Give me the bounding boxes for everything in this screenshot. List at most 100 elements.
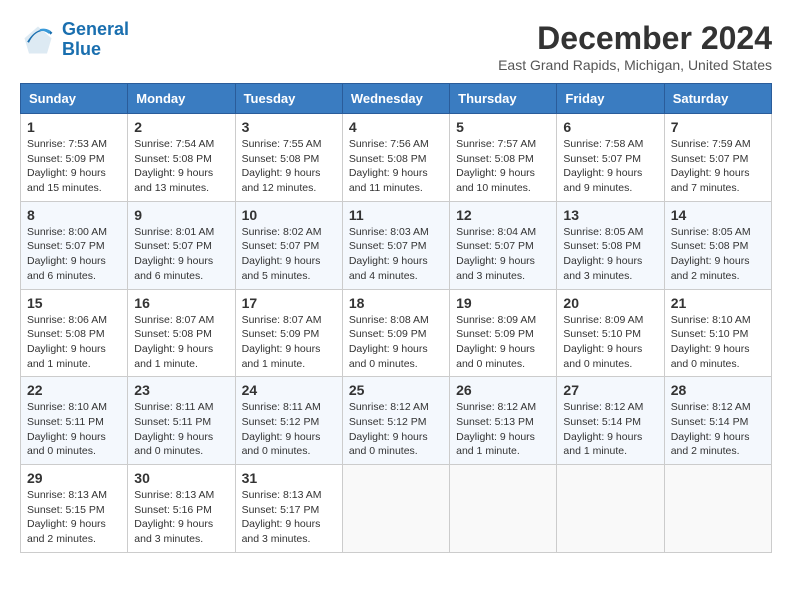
- day-number: 4: [349, 119, 443, 135]
- calendar-cell: 16 Sunrise: 8:07 AM Sunset: 5:08 PM Dayli…: [128, 289, 235, 377]
- day-number: 6: [563, 119, 657, 135]
- month-title: December 2024: [498, 20, 772, 57]
- day-info: Sunrise: 8:07 AM Sunset: 5:08 PM Dayligh…: [134, 313, 228, 372]
- day-number: 18: [349, 295, 443, 311]
- day-info: Sunrise: 8:03 AM Sunset: 5:07 PM Dayligh…: [349, 225, 443, 284]
- day-number: 19: [456, 295, 550, 311]
- weekday-header: Friday: [557, 84, 664, 114]
- day-number: 29: [27, 470, 121, 486]
- calendar-cell: 21 Sunrise: 8:10 AM Sunset: 5:10 PM Dayli…: [664, 289, 771, 377]
- calendar-cell: 13 Sunrise: 8:05 AM Sunset: 5:08 PM Dayli…: [557, 201, 664, 289]
- day-number: 24: [242, 382, 336, 398]
- day-info: Sunrise: 8:13 AM Sunset: 5:17 PM Dayligh…: [242, 488, 336, 547]
- calendar-cell: 14 Sunrise: 8:05 AM Sunset: 5:08 PM Dayli…: [664, 201, 771, 289]
- day-info: Sunrise: 8:13 AM Sunset: 5:15 PM Dayligh…: [27, 488, 121, 547]
- day-info: Sunrise: 8:12 AM Sunset: 5:14 PM Dayligh…: [563, 400, 657, 459]
- day-number: 16: [134, 295, 228, 311]
- calendar-cell: 3 Sunrise: 7:55 AM Sunset: 5:08 PM Daylig…: [235, 114, 342, 202]
- calendar-cell: 29 Sunrise: 8:13 AM Sunset: 5:15 PM Dayli…: [21, 465, 128, 553]
- calendar-cell: 4Sunrise: 7:56 AM Sunset: 5:08 PM Daylig…: [342, 114, 449, 202]
- day-number: 9: [134, 207, 228, 223]
- day-info: Sunrise: 7:54 AM Sunset: 5:08 PM Dayligh…: [134, 137, 228, 196]
- day-info: Sunrise: 8:05 AM Sunset: 5:08 PM Dayligh…: [563, 225, 657, 284]
- day-info: Sunrise: 7:57 AM Sunset: 5:08 PM Dayligh…: [456, 137, 550, 196]
- calendar-cell: [557, 465, 664, 553]
- weekday-header: Thursday: [450, 84, 557, 114]
- day-number: 23: [134, 382, 228, 398]
- day-info: Sunrise: 8:02 AM Sunset: 5:07 PM Dayligh…: [242, 225, 336, 284]
- day-number: 11: [349, 207, 443, 223]
- day-info: Sunrise: 8:08 AM Sunset: 5:09 PM Dayligh…: [349, 313, 443, 372]
- day-number: 8: [27, 207, 121, 223]
- day-number: 7: [671, 119, 765, 135]
- logo-line1: General: [62, 19, 129, 39]
- calendar-cell: 20 Sunrise: 8:09 AM Sunset: 5:10 PM Dayli…: [557, 289, 664, 377]
- day-info: Sunrise: 8:12 AM Sunset: 5:12 PM Dayligh…: [349, 400, 443, 459]
- weekday-header: Saturday: [664, 84, 771, 114]
- day-number: 10: [242, 207, 336, 223]
- calendar-cell: 1 Sunrise: 7:53 AM Sunset: 5:09 PM Daylig…: [21, 114, 128, 202]
- day-number: 27: [563, 382, 657, 398]
- day-number: 21: [671, 295, 765, 311]
- calendar-cell: 23Sunrise: 8:11 AM Sunset: 5:11 PM Dayli…: [128, 377, 235, 465]
- calendar-cell: 17 Sunrise: 8:07 AM Sunset: 5:09 PM Dayli…: [235, 289, 342, 377]
- calendar-cell: 10 Sunrise: 8:02 AM Sunset: 5:07 PM Dayli…: [235, 201, 342, 289]
- day-number: 12: [456, 207, 550, 223]
- logo-text: General Blue: [62, 20, 129, 60]
- logo-icon: [20, 22, 56, 58]
- calendar-cell: 11 Sunrise: 8:03 AM Sunset: 5:07 PM Dayli…: [342, 201, 449, 289]
- calendar-cell: 25Sunrise: 8:12 AM Sunset: 5:12 PM Dayli…: [342, 377, 449, 465]
- logo: General Blue: [20, 20, 129, 60]
- day-number: 20: [563, 295, 657, 311]
- calendar-cell: 24 Sunrise: 8:11 AM Sunset: 5:12 PM Dayli…: [235, 377, 342, 465]
- calendar-cell: 18 Sunrise: 8:08 AM Sunset: 5:09 PM Dayli…: [342, 289, 449, 377]
- day-number: 30: [134, 470, 228, 486]
- calendar-cell: 22Sunrise: 8:10 AM Sunset: 5:11 PM Dayli…: [21, 377, 128, 465]
- location: East Grand Rapids, Michigan, United Stat…: [498, 57, 772, 73]
- day-number: 2: [134, 119, 228, 135]
- day-info: Sunrise: 7:58 AM Sunset: 5:07 PM Dayligh…: [563, 137, 657, 196]
- day-number: 13: [563, 207, 657, 223]
- calendar-table: SundayMondayTuesdayWednesdayThursdayFrid…: [20, 83, 772, 553]
- weekday-header: Wednesday: [342, 84, 449, 114]
- calendar-cell: 8Sunrise: 8:00 AM Sunset: 5:07 PM Daylig…: [21, 201, 128, 289]
- day-info: Sunrise: 7:59 AM Sunset: 5:07 PM Dayligh…: [671, 137, 765, 196]
- day-number: 28: [671, 382, 765, 398]
- day-info: Sunrise: 7:55 AM Sunset: 5:08 PM Dayligh…: [242, 137, 336, 196]
- day-number: 5: [456, 119, 550, 135]
- day-number: 3: [242, 119, 336, 135]
- day-info: Sunrise: 8:07 AM Sunset: 5:09 PM Dayligh…: [242, 313, 336, 372]
- calendar-cell: 12 Sunrise: 8:04 AM Sunset: 5:07 PM Dayli…: [450, 201, 557, 289]
- day-number: 15: [27, 295, 121, 311]
- calendar-cell: [664, 465, 771, 553]
- day-info: Sunrise: 8:12 AM Sunset: 5:13 PM Dayligh…: [456, 400, 550, 459]
- day-info: Sunrise: 8:10 AM Sunset: 5:10 PM Dayligh…: [671, 313, 765, 372]
- calendar-cell: 19Sunrise: 8:09 AM Sunset: 5:09 PM Dayli…: [450, 289, 557, 377]
- day-info: Sunrise: 8:09 AM Sunset: 5:10 PM Dayligh…: [563, 313, 657, 372]
- day-number: 26: [456, 382, 550, 398]
- day-number: 17: [242, 295, 336, 311]
- day-info: Sunrise: 8:01 AM Sunset: 5:07 PM Dayligh…: [134, 225, 228, 284]
- day-info: Sunrise: 7:53 AM Sunset: 5:09 PM Dayligh…: [27, 137, 121, 196]
- calendar-cell: [342, 465, 449, 553]
- day-number: 14: [671, 207, 765, 223]
- day-info: Sunrise: 8:04 AM Sunset: 5:07 PM Dayligh…: [456, 225, 550, 284]
- page-header: General Blue December 2024 East Grand Ra…: [20, 20, 772, 73]
- weekday-header: Monday: [128, 84, 235, 114]
- calendar-cell: 26 Sunrise: 8:12 AM Sunset: 5:13 PM Dayli…: [450, 377, 557, 465]
- title-area: December 2024 East Grand Rapids, Michiga…: [498, 20, 772, 73]
- day-number: 1: [27, 119, 121, 135]
- weekday-header: Sunday: [21, 84, 128, 114]
- calendar-cell: 2 Sunrise: 7:54 AM Sunset: 5:08 PM Daylig…: [128, 114, 235, 202]
- calendar-cell: [450, 465, 557, 553]
- weekday-header: Tuesday: [235, 84, 342, 114]
- calendar-cell: 31 Sunrise: 8:13 AM Sunset: 5:17 PM Dayli…: [235, 465, 342, 553]
- calendar-cell: 30 Sunrise: 8:13 AM Sunset: 5:16 PM Dayli…: [128, 465, 235, 553]
- logo-line2: Blue: [62, 39, 101, 59]
- day-info: Sunrise: 8:10 AM Sunset: 5:11 PM Dayligh…: [27, 400, 121, 459]
- day-info: Sunrise: 8:11 AM Sunset: 5:12 PM Dayligh…: [242, 400, 336, 459]
- day-info: Sunrise: 8:13 AM Sunset: 5:16 PM Dayligh…: [134, 488, 228, 547]
- day-info: Sunrise: 8:05 AM Sunset: 5:08 PM Dayligh…: [671, 225, 765, 284]
- day-number: 31: [242, 470, 336, 486]
- calendar-cell: 7 Sunrise: 7:59 AM Sunset: 5:07 PM Daylig…: [664, 114, 771, 202]
